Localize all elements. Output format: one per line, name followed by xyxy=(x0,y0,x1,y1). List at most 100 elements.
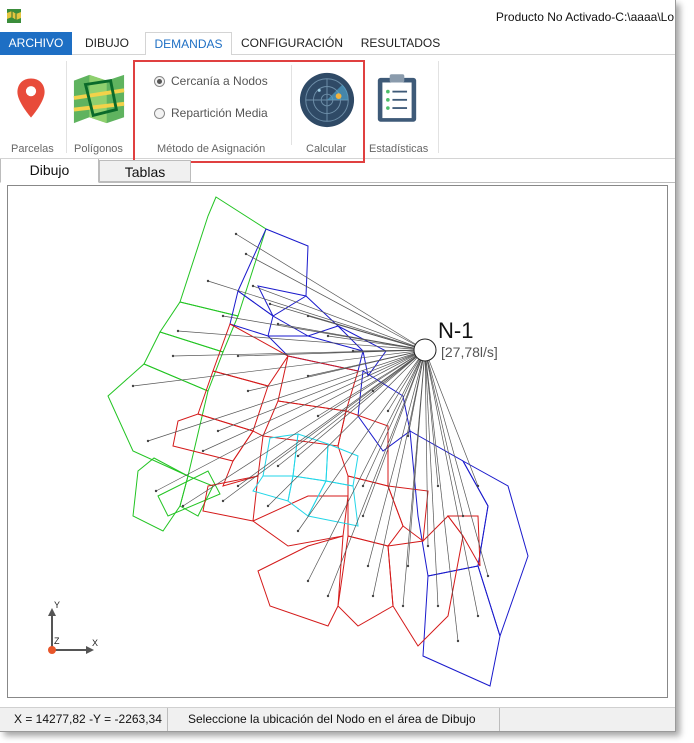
status-coordinates: X = 14277,82 -Y = -2263,34 xyxy=(8,708,168,731)
parcel-centroid-dot xyxy=(476,484,480,488)
parcel-centroid-dot xyxy=(251,284,255,288)
connector-line xyxy=(155,349,426,492)
tab-dibujo[interactable]: DIBUJO xyxy=(78,32,136,55)
parcel-centroid-dot xyxy=(234,232,238,236)
poligonos-button[interactable]: Polígonos xyxy=(68,65,130,155)
radio-reparticion-media[interactable]: Repartición Media xyxy=(154,105,268,121)
window-title: Producto No Activado-C:\aaaa\Lo xyxy=(495,10,674,24)
parcelas-button[interactable]: Parcelas xyxy=(4,65,60,155)
estadisticas-label: Estadísticas xyxy=(369,143,429,155)
parcel-centroid-dot xyxy=(306,314,310,318)
parcel-centroid-dot xyxy=(216,429,220,433)
parcel-centroid-dot xyxy=(366,564,370,568)
red-polygon xyxy=(447,515,481,567)
parcel-centroid-dot xyxy=(326,594,330,598)
metodo-group-label: Método de Asignación xyxy=(157,143,266,155)
parcel-centroid-dot xyxy=(206,279,210,283)
connector-line xyxy=(252,285,426,351)
parcel-centroid-dot xyxy=(436,484,440,488)
tab-demandas[interactable]: DEMANDAS xyxy=(145,32,232,56)
radio-selected-icon xyxy=(154,75,165,87)
parcel-centroid-dot xyxy=(296,454,300,458)
connector-line xyxy=(207,280,426,351)
radio-cercania-nodos[interactable]: Cercanía a Nodos xyxy=(154,73,268,89)
parcel-centroid-dot xyxy=(461,514,465,518)
parcel-centroid-dot xyxy=(146,439,150,443)
parcel-centroid-dot xyxy=(171,354,175,358)
app-window: Producto No Activado-C:\aaaa\Lo ARCHIVO … xyxy=(0,0,676,732)
tab-configuracion[interactable]: CONFIGURACIÓN xyxy=(240,32,344,55)
network-drawing: N-1 [27,78l/s] Y Z X xyxy=(48,196,529,687)
cyan-polygon xyxy=(252,475,294,502)
parcel-centroid-dot xyxy=(201,449,205,453)
red-polygon xyxy=(387,485,429,542)
status-bar: X = 14277,82 -Y = -2263,34 Seleccione la… xyxy=(0,707,675,731)
red-polygon xyxy=(172,413,254,462)
radio-reparticion-label: Repartición Media xyxy=(171,106,268,120)
node-n1-circle xyxy=(413,338,437,362)
tab-dibujo-view[interactable]: Dibujo xyxy=(0,159,99,183)
calcular-label: Calcular xyxy=(306,143,347,155)
connector-line xyxy=(327,335,426,351)
connector-line xyxy=(182,349,426,507)
parcel-centroid-dot xyxy=(371,389,375,393)
parcel-centroid-dot xyxy=(486,574,490,578)
parcel-centroid-dot xyxy=(401,604,405,608)
connector-line xyxy=(237,349,426,357)
clipboard-icon xyxy=(377,74,417,122)
ribbon-separator xyxy=(66,61,67,153)
parcel-centroid-dot xyxy=(154,489,158,493)
blue-polygon xyxy=(422,565,501,687)
connector-line xyxy=(407,349,426,437)
node-n1-flow: [27,78l/s] xyxy=(441,344,498,360)
status-message: Seleccione la ubicación del Nodo en el á… xyxy=(180,708,500,731)
radio-unselected-icon xyxy=(154,107,165,119)
tab-resultados[interactable]: RESULTADOS xyxy=(358,32,443,55)
parcel-centroid-dot xyxy=(436,604,440,608)
calcular-button[interactable]: Calcular xyxy=(294,65,360,155)
parcel-centroid-dot xyxy=(476,614,480,618)
ribbon-panel: Parcelas Polígonos Cercanía a Nodos Repa… xyxy=(0,55,675,163)
node-n1-label: N-1 xyxy=(438,318,473,343)
parcel-centroid-dot xyxy=(386,409,390,413)
red-polygon xyxy=(202,475,259,522)
connector-line xyxy=(237,349,426,487)
parcel-centroid-dot xyxy=(406,434,410,438)
poligonos-label: Polígonos xyxy=(74,143,123,155)
parcel-centroid-dot xyxy=(296,529,300,533)
axis-y-label: Y xyxy=(54,600,60,610)
parcel-centroid-dot xyxy=(131,384,135,388)
app-map-icon xyxy=(7,9,21,23)
connector-line xyxy=(132,349,426,387)
ribbon-tab-strip: ARCHIVO DIBUJO DEMANDAS CONFIGURACIÓN RE… xyxy=(0,32,675,56)
title-bar: Producto No Activado-C:\aaaa\Lo xyxy=(0,0,675,32)
connector-line xyxy=(424,349,459,642)
connector-line xyxy=(235,233,426,351)
cyan-parcels xyxy=(252,433,359,527)
axis-x-label: X xyxy=(92,638,98,648)
map-pin-icon xyxy=(17,78,45,118)
parcel-centroid-dot xyxy=(306,579,310,583)
cyan-polygon xyxy=(307,480,359,527)
parcel-centroid-dot xyxy=(426,544,430,548)
axis-z-label: Z xyxy=(54,636,60,646)
parcel-centroid-dot xyxy=(276,322,280,326)
parcel-centroid-dot xyxy=(266,504,270,508)
ribbon-separator xyxy=(291,65,292,145)
estadisticas-button[interactable]: Estadísticas xyxy=(366,65,432,155)
ribbon-separator xyxy=(438,61,439,153)
tab-archivo[interactable]: ARCHIVO xyxy=(0,32,72,55)
parcel-centroid-dot xyxy=(371,594,375,598)
green-polygon xyxy=(107,363,209,477)
drawing-area[interactable]: N-1 [27,78l/s] Y Z X xyxy=(7,185,668,698)
red-polygon xyxy=(262,400,347,447)
connector-line xyxy=(267,349,426,507)
tab-tablas-view[interactable]: Tablas xyxy=(99,160,191,182)
parcel-centroid-dot xyxy=(244,252,248,256)
parcel-centroid-dot xyxy=(181,504,185,508)
blue-polygon xyxy=(461,459,529,638)
connector-line xyxy=(327,349,426,597)
axis-indicator: Y Z X xyxy=(48,600,98,654)
cyan-polygon xyxy=(325,443,359,487)
document-tab-strip: Dibujo Tablas xyxy=(0,159,675,183)
